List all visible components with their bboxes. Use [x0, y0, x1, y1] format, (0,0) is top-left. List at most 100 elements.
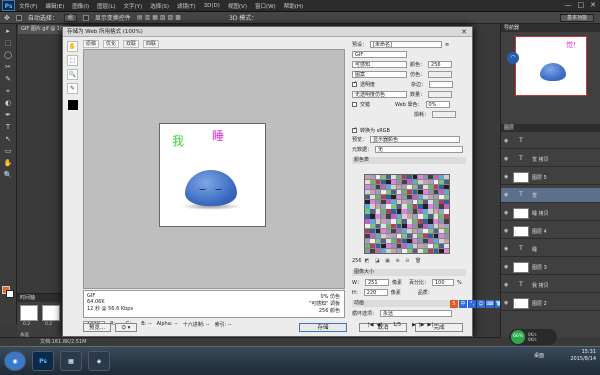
- color-swatch[interactable]: [423, 204, 428, 209]
- color-swatch[interactable]: [386, 228, 391, 234]
- color-swatch[interactable]: [365, 184, 370, 190]
- layer-select-dropdown[interactable]: 组: [63, 13, 77, 22]
- wifi-icon[interactable]: ◠: [507, 52, 519, 64]
- color-swatch[interactable]: [370, 238, 376, 244]
- color-swatch[interactable]: [375, 224, 381, 229]
- color-swatch[interactable]: [417, 184, 423, 190]
- show-transform-checkbox[interactable]: [82, 14, 89, 21]
- color-swatch[interactable]: [401, 224, 407, 229]
- color-swatch[interactable]: [401, 233, 407, 239]
- color-swatch[interactable]: [428, 233, 434, 239]
- color-swatch[interactable]: [386, 248, 391, 253]
- color-swatch[interactable]: [370, 204, 376, 209]
- color-reduction-select[interactable]: 可感知: [352, 61, 407, 68]
- color-swatch[interactable]: [365, 189, 370, 195]
- path-select-tool-icon[interactable]: ↖: [3, 135, 14, 144]
- layer-row[interactable]: ◉ T: [501, 134, 600, 149]
- color-swatch[interactable]: [407, 189, 413, 195]
- color-swatch[interactable]: [380, 194, 386, 200]
- color-swatch[interactable]: [370, 209, 376, 214]
- save-button[interactable]: 存储: [299, 323, 347, 332]
- color-swatch[interactable]: [375, 175, 381, 180]
- preview-area[interactable]: 我 睡: [83, 49, 345, 289]
- color-swatch[interactable]: [391, 243, 397, 249]
- color-swatch[interactable]: [444, 194, 449, 200]
- color-swatch[interactable]: [365, 204, 370, 209]
- tab-original[interactable]: 原稿: [83, 40, 100, 48]
- color-swatch[interactable]: [391, 179, 397, 185]
- minimize-icon[interactable]: —: [565, 1, 572, 9]
- visibility-eye-icon[interactable]: ◉: [504, 156, 510, 162]
- visibility-eye-icon[interactable]: ◉: [504, 138, 510, 144]
- zoom-tool-icon[interactable]: 🔍: [67, 69, 78, 80]
- color-swatch[interactable]: [396, 189, 402, 195]
- color-swatch[interactable]: [391, 184, 397, 190]
- color-swatch[interactable]: [407, 204, 413, 209]
- color-swatch[interactable]: [396, 228, 402, 234]
- color-swatch[interactable]: [391, 214, 397, 219]
- color-swatch[interactable]: [386, 224, 391, 229]
- transparency-dither-select[interactable]: 无透明度仿色: [352, 91, 407, 98]
- color-swatch[interactable]: [444, 233, 449, 239]
- color-swatch[interactable]: [386, 189, 391, 195]
- color-swatch[interactable]: [412, 179, 418, 185]
- type-tool-icon[interactable]: T: [3, 123, 14, 132]
- color-swatch[interactable]: [407, 219, 413, 224]
- color-swatch[interactable]: [438, 209, 444, 214]
- color-swatch[interactable]: [428, 189, 434, 195]
- menu-help[interactable]: 帮助(H): [284, 2, 303, 10]
- color-swatch[interactable]: [386, 204, 391, 209]
- color-swatch[interactable]: [438, 224, 444, 229]
- color-swatch[interactable]: [401, 189, 407, 195]
- color-swatch[interactable]: [412, 248, 418, 253]
- dodge-tool-icon[interactable]: ◐: [3, 99, 14, 108]
- stamp-tool-icon[interactable]: ⌖: [3, 87, 14, 96]
- color-swatch[interactable]: [380, 189, 386, 195]
- brush-tool-icon[interactable]: ✎: [3, 75, 14, 84]
- color-swatch[interactable]: [433, 209, 439, 214]
- tab-2up[interactable]: 双联: [123, 40, 140, 48]
- color-swatch[interactable]: [391, 189, 397, 195]
- color-swatch[interactable]: [375, 189, 381, 195]
- color-swatch[interactable]: [428, 238, 434, 244]
- lasso-tool-icon[interactable]: ◯: [3, 51, 14, 60]
- color-swatch[interactable]: [401, 175, 407, 180]
- layer-row[interactable]: ◉ 图层 2: [501, 296, 600, 311]
- color-swatch[interactable]: [370, 184, 376, 190]
- color-swatch[interactable]: [444, 238, 449, 244]
- color-swatch[interactable]: [433, 204, 439, 209]
- color-swatch[interactable]: [438, 228, 444, 234]
- color-swatch[interactable]: [386, 238, 391, 244]
- color-swatch[interactable]: [401, 194, 407, 200]
- visibility-eye-icon[interactable]: ◉: [504, 228, 510, 234]
- color-swatch[interactable]: [375, 243, 381, 249]
- color-swatch[interactable]: [380, 199, 386, 204]
- shape-tool-icon[interactable]: ▭: [3, 147, 14, 156]
- color-swatch[interactable]: [401, 248, 407, 253]
- color-swatch[interactable]: [391, 194, 397, 200]
- first-frame-icon[interactable]: |◀: [368, 322, 374, 328]
- color-swatch[interactable]: [396, 184, 402, 190]
- tab-4up[interactable]: 四联: [143, 40, 160, 48]
- color-swatch[interactable]: [386, 219, 391, 224]
- color-swatch[interactable]: [370, 175, 376, 180]
- color-swatch[interactable]: [391, 204, 397, 209]
- color-swatch[interactable]: [417, 248, 423, 253]
- color-swatch[interactable]: [423, 228, 428, 234]
- visibility-eye-icon[interactable]: ◉: [504, 174, 510, 180]
- clock-time[interactable]: 15:31: [570, 349, 596, 356]
- color-swatch[interactable]: [365, 248, 370, 253]
- color-swatch[interactable]: [444, 243, 449, 249]
- transparency-checkbox[interactable]: [352, 80, 357, 87]
- color-swatch[interactable]: [380, 233, 386, 239]
- color-swatch[interactable]: [380, 238, 386, 244]
- workspace-switcher[interactable]: 基本功能: [559, 14, 594, 22]
- color-swatch[interactable]: [407, 224, 413, 229]
- color-swatch[interactable]: [380, 243, 386, 249]
- color-swatch[interactable]: [375, 179, 381, 185]
- color-swatch[interactable]: [423, 199, 428, 204]
- color-swatch[interactable]: [401, 214, 407, 219]
- visibility-eye-icon[interactable]: ◉: [504, 300, 510, 306]
- color-swatch[interactable]: [375, 204, 381, 209]
- color-swatch[interactable]: [417, 199, 423, 204]
